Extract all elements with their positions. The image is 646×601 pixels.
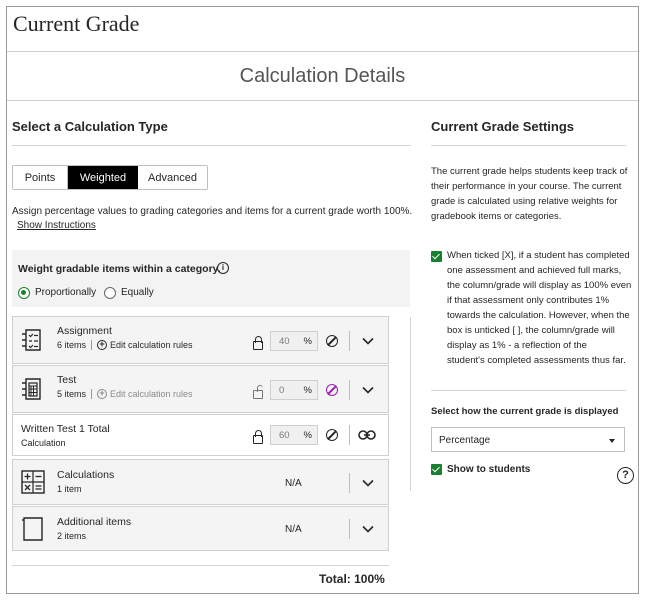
info-icon[interactable]: i — [217, 262, 229, 274]
weight-input[interactable]: 40 % — [270, 331, 318, 351]
item-count: 2 items — [57, 531, 87, 541]
page-title: Current Grade — [13, 11, 140, 36]
lock-icon[interactable] — [253, 336, 263, 350]
category-card-assignment: Assignment 6 items + Edit calculation rul… — [12, 316, 389, 364]
calc-type-description: Assign percentage values to grading cate… — [12, 206, 413, 217]
divider — [7, 51, 638, 52]
category-name: Calculations — [57, 469, 115, 481]
divider — [431, 145, 626, 146]
chevron-down-icon[interactable] — [362, 477, 374, 489]
category-card-calculations: Calculations 1 item N/A — [12, 459, 389, 505]
total-weight: Total: 100% — [319, 572, 385, 586]
show-to-students-label: Show to students — [447, 464, 531, 475]
edit-calculation-rules-link[interactable]: + Edit calculation rules — [97, 389, 193, 399]
caret-down-icon — [609, 439, 615, 443]
completed-only-checkbox[interactable] — [431, 251, 442, 262]
tab-points[interactable]: Points — [13, 166, 68, 189]
window-frame: Current Grade Calculation Details Select… — [6, 6, 639, 594]
radio-equally[interactable] — [104, 287, 116, 299]
category-name: Test — [57, 374, 77, 386]
plus-circle-icon: + — [97, 389, 108, 399]
radio-label-proportionally: Proportionally — [35, 287, 97, 298]
help-icon[interactable]: ? — [617, 467, 634, 484]
divider — [7, 100, 638, 101]
display-select-label: Select how the current grade is displaye… — [431, 406, 619, 417]
divider — [349, 425, 350, 445]
page-icon — [22, 517, 43, 541]
weight-na: N/A — [285, 478, 302, 489]
divider — [349, 519, 350, 539]
plus-circle-icon: + — [97, 340, 108, 350]
item-count: 5 items — [57, 389, 87, 399]
unlock-icon[interactable] — [253, 385, 263, 399]
category-name: Additional items — [57, 516, 132, 528]
settings-heading: Current Grade Settings — [431, 119, 575, 134]
column-divider — [410, 317, 411, 491]
calculation-details-title: Calculation Details — [239, 65, 406, 87]
chevron-down-icon[interactable] — [362, 523, 374, 535]
item-type: Calculation — [21, 438, 66, 448]
category-name: Assignment — [57, 325, 112, 337]
link-icon[interactable] — [358, 430, 376, 440]
chevron-down-icon[interactable] — [362, 335, 374, 347]
exclude-icon[interactable] — [326, 429, 338, 441]
item-count: 1 item — [57, 484, 82, 494]
category-name: Written Test 1 Total — [21, 423, 110, 435]
divider — [12, 145, 411, 146]
weight-option-label: Weight gradable items within a category. — [18, 263, 221, 275]
item-count: 6 items — [57, 340, 87, 350]
divider — [349, 331, 350, 351]
weight-na: N/A — [285, 524, 302, 535]
category-card-test: Test 5 items + Edit calculation rules 0 % — [12, 365, 389, 413]
divider — [349, 473, 350, 493]
radio-label-equally: Equally — [121, 287, 154, 298]
settings-description: The current grade helps students keep tr… — [431, 166, 628, 222]
chevron-down-icon[interactable] — [362, 384, 374, 396]
lock-icon[interactable] — [253, 430, 263, 444]
assignment-icon — [22, 329, 41, 351]
exclude-icon[interactable] — [326, 384, 338, 396]
checkbox-explanation: When ticked [X], if a student has comple… — [447, 250, 632, 366]
category-card-additional: Additional items 2 items N/A — [12, 506, 389, 551]
radio-proportionally[interactable] — [18, 287, 30, 299]
calc-type-heading: Select a Calculation Type — [12, 119, 168, 134]
weight-option-panel: Weight gradable items within a category.… — [12, 250, 410, 307]
divider — [431, 390, 626, 391]
weight-input[interactable]: 60 % — [270, 425, 318, 445]
calc-type-tabs: Points Weighted Advanced — [12, 165, 208, 190]
exclude-icon[interactable] — [326, 335, 338, 347]
tab-weighted[interactable]: Weighted — [68, 166, 138, 189]
tab-advanced[interactable]: Advanced — [138, 166, 207, 189]
weight-input[interactable]: 0 % — [270, 380, 318, 400]
edit-calculation-rules-link[interactable]: + Edit calculation rules — [97, 340, 193, 350]
calculator-icon — [21, 470, 45, 494]
show-to-students-checkbox[interactable] — [431, 464, 442, 475]
display-format-select[interactable]: Percentage — [431, 427, 625, 452]
show-instructions-link[interactable]: Show Instructions — [17, 220, 96, 231]
divider — [12, 565, 389, 566]
category-sub: 6 items + Edit calculation rules — [57, 340, 193, 350]
category-card-written-test: Written Test 1 Total Calculation 60 % — [12, 414, 389, 456]
test-icon — [22, 378, 41, 400]
divider — [349, 380, 350, 400]
category-sub: 5 items + Edit calculation rules — [57, 389, 193, 399]
